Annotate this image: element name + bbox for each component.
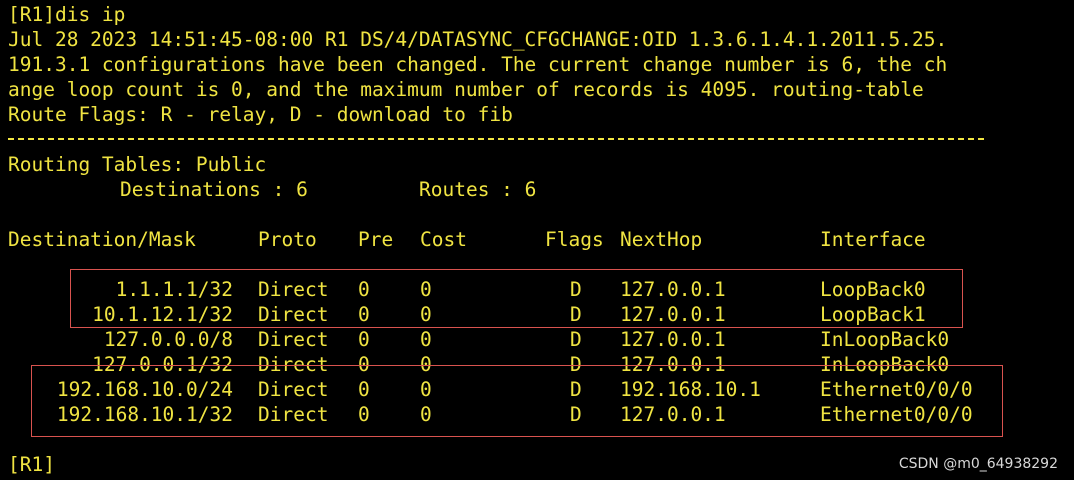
cell-cost: 0 — [420, 328, 432, 351]
route-flags-line: Route Flags: R - relay, D - download to … — [8, 103, 513, 126]
header-proto: Proto — [258, 228, 317, 251]
loopback-highlight-box — [70, 269, 963, 328]
cell-nexthop: 127.0.0.1 — [620, 328, 726, 351]
header-flags: Flags — [545, 228, 604, 251]
header-nexthop: NextHop — [620, 228, 703, 251]
cell-proto: Direct — [258, 328, 329, 351]
cell-flags: D — [570, 328, 582, 351]
header-pre: Pre — [358, 228, 394, 251]
header-destination: Destination/Mask — [8, 228, 196, 251]
cell-destination: 127.0.0.0/8 — [103, 328, 233, 351]
terminal-window[interactable]: [R1]dis ip Jul 28 2023 14:51:45-08:00 R1… — [0, 0, 1074, 480]
ethernet-highlight-box — [31, 365, 1003, 437]
header-interface: Interface — [820, 228, 926, 251]
command-line: [R1]dis ip — [8, 3, 126, 26]
cell-interface: InLoopBack0 — [820, 328, 950, 351]
final-prompt: [R1] — [8, 453, 55, 476]
routes-count: Routes : 6 — [419, 178, 537, 201]
log-line-2: 191.3.1 configurations have been changed… — [8, 53, 948, 76]
destinations-count: Destinations : 6 — [120, 178, 308, 201]
header-cost: Cost — [420, 228, 467, 251]
log-line-3: ange loop count is 0, and the maximum nu… — [8, 78, 924, 101]
csdn-watermark: CSDN @m0_64938292 — [898, 456, 1058, 472]
log-line-1: Jul 28 2023 14:51:45-08:00 R1 DS/4/DATAS… — [8, 28, 948, 51]
separator-line — [8, 138, 984, 140]
routing-tables-title: Routing Tables: Public — [8, 153, 267, 176]
cell-pre: 0 — [358, 328, 370, 351]
